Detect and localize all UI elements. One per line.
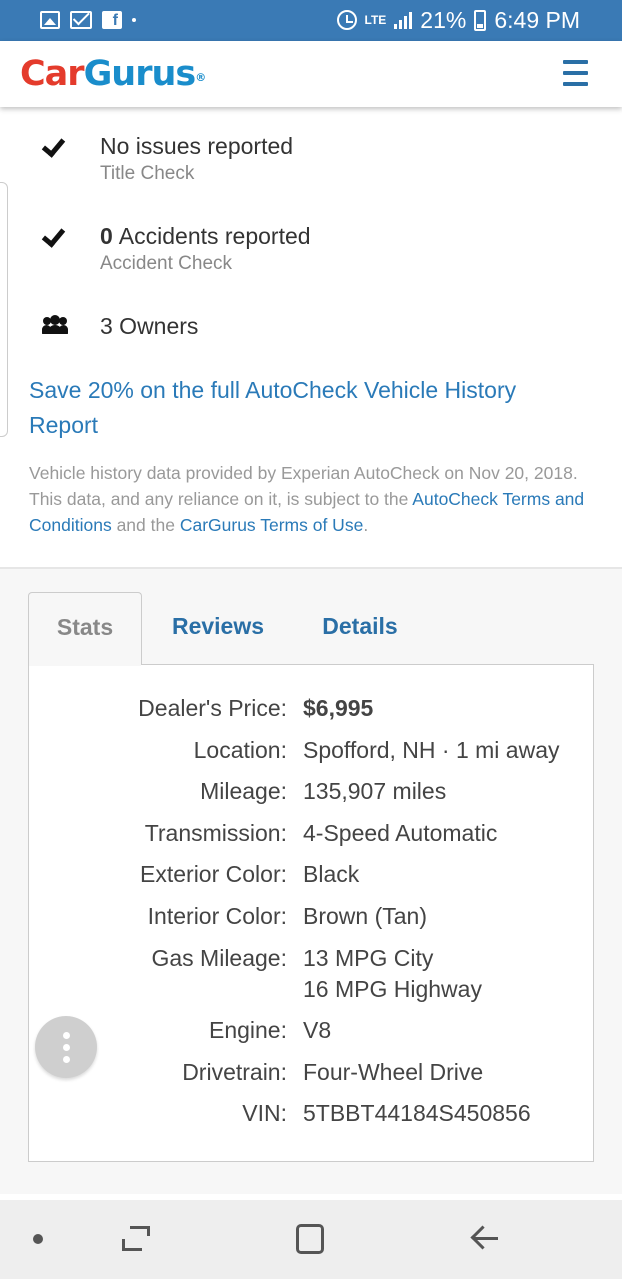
history-disclaimer: Vehicle history data provided by Experia…	[29, 460, 609, 538]
notification-icons: f	[40, 8, 136, 32]
tab-reviews[interactable]: Reviews	[158, 592, 278, 664]
logo-registered-mark: ®	[195, 71, 206, 84]
stat-label: Mileage:	[200, 778, 287, 804]
stat-label: Interior Color:	[147, 903, 287, 929]
cargurus-terms-link[interactable]: CarGurus Terms of Use	[180, 515, 363, 535]
cargurus-logo[interactable]: CarGurus®	[20, 54, 206, 94]
hamburger-menu-icon[interactable]	[563, 60, 588, 86]
title-check-status: No issues reported	[100, 133, 294, 159]
stats-panel: Dealer's Price: $6,995 Location: Spoffor…	[28, 664, 594, 1162]
owners-count: 3 Owners	[100, 313, 199, 339]
battery-icon	[474, 9, 487, 31]
signal-icon	[394, 11, 413, 29]
logo-car-text: Car	[20, 54, 85, 94]
title-check-label: Title Check	[100, 163, 195, 184]
checkmark-icon	[42, 139, 66, 153]
accident-check-label: Accident Check	[100, 253, 233, 274]
disclaimer-text: .	[363, 515, 369, 535]
app-header: CarGurus®	[0, 41, 622, 107]
listing-tabs-section: Stats Reviews Details Dealer's Price: $6…	[0, 569, 622, 1194]
clock: 6:49 PM	[494, 6, 580, 33]
dot-icon[interactable]	[33, 1234, 43, 1244]
system-nav-bar	[0, 1200, 622, 1279]
active-tab-gap	[29, 664, 141, 666]
gallery-icon	[40, 11, 60, 29]
stat-label: Exterior Color:	[140, 861, 287, 887]
stat-label: Dealer's Price:	[138, 695, 287, 721]
recent-apps-icon[interactable]	[122, 1226, 150, 1252]
stat-label: Engine:	[208, 1017, 287, 1043]
battery-percent: 21%	[420, 6, 467, 33]
drivetrain-value: Four-Wheel Drive	[303, 1059, 484, 1085]
mail-icon	[70, 11, 92, 29]
status-bar: f LTE 21% 6:49 PM	[0, 0, 622, 41]
location-value: Spofford, NH · 1 mi away	[303, 737, 560, 763]
logo-gurus-text: Gurus	[83, 54, 197, 94]
system-icons: LTE 21% 6:49 PM	[336, 6, 580, 34]
side-panel-edge	[0, 182, 8, 437]
vehicle-history-section: No issues reported Title Check 0 Accident…	[0, 107, 622, 567]
checkmark-icon	[42, 229, 66, 243]
vin-value: 5TBBT44184S450856	[303, 1100, 531, 1126]
back-icon[interactable]	[470, 1224, 500, 1254]
accident-check-status: 0 Accidents reported	[100, 223, 311, 250]
alarm-icon	[336, 10, 357, 30]
engine-value: V8	[303, 1017, 332, 1043]
interior-color-value: Brown (Tan)	[303, 903, 427, 929]
facebook-icon: f	[102, 11, 122, 29]
stat-label: Transmission:	[144, 820, 287, 846]
more-notifications-dot-icon	[132, 18, 136, 22]
accident-text: Accidents reported	[118, 223, 311, 249]
stat-label: VIN:	[242, 1100, 287, 1126]
stat-label: Drivetrain:	[182, 1059, 287, 1085]
home-icon[interactable]	[296, 1224, 324, 1254]
tab-stats[interactable]: Stats	[28, 592, 142, 664]
tab-details[interactable]: Details	[306, 592, 414, 664]
dealer-price-value: $6,995	[303, 695, 374, 721]
disclaimer-text: and the	[111, 515, 180, 535]
mileage-value: 135,907 miles	[303, 778, 447, 804]
network-type: LTE	[364, 12, 387, 27]
owners-icon	[42, 315, 68, 335]
autocheck-report-link[interactable]: Save 20% on the full AutoCheck Vehicle H…	[29, 373, 589, 443]
stat-label: Location:	[193, 737, 287, 763]
transmission-value: 4-Speed Automatic	[303, 820, 498, 846]
exterior-color-value: Black	[303, 861, 360, 887]
gas-mileage-highway-value: 16 MPG Highway	[303, 976, 482, 1002]
more-options-icon[interactable]	[35, 1016, 97, 1078]
accident-count: 0	[100, 223, 113, 249]
stat-label: Gas Mileage:	[151, 945, 287, 971]
gas-mileage-city-value: 13 MPG City	[303, 945, 434, 971]
